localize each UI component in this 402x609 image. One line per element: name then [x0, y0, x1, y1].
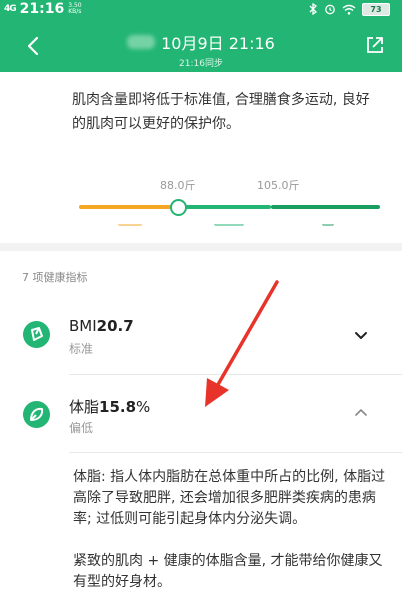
- high-threshold-label: 105.0斤: [257, 179, 300, 192]
- muscle-advice-text: 肌肉含量即将低于标准值, 合理膳食多运动, 良好的肌肉可以更好的保护你。: [72, 92, 370, 132]
- section-divider: [0, 243, 402, 251]
- bmi-status: 标准: [69, 342, 94, 356]
- scale-range-labels-cropped: [110, 224, 350, 234]
- bmi-icon: [23, 321, 50, 348]
- wifi-icon: [342, 4, 356, 15]
- health-metrics-count: 7 项健康指标: [22, 271, 88, 284]
- bmi-label: BMI: [69, 317, 97, 335]
- body-fat-detail-paragraph-2: 紧致的肌肉 + 健康的体脂含量, 才能带给你健康又有型的好身材。: [73, 553, 383, 590]
- scale-segment-low: [79, 205, 178, 209]
- low-threshold-label: 88.0斤: [160, 179, 196, 192]
- scale-segment-high: [270, 205, 380, 209]
- status-time: 21:16: [19, 1, 65, 17]
- alarm-icon: [325, 4, 335, 15]
- body-fat-name: 体脂15.8%: [69, 396, 150, 417]
- row-separator: [69, 374, 402, 375]
- scale-segment-normal: [177, 205, 271, 209]
- body-fat-detail: 体脂: 指人体内脂肪在总体重中所占的比例, 体脂过高除了导致肥胖, 还会增加很多…: [73, 467, 389, 593]
- battery-icon: 73: [362, 2, 390, 16]
- chevron-down-icon: [355, 332, 367, 339]
- body-fat-status: 偏低: [69, 421, 94, 435]
- metric-row-bmi[interactable]: BMI20.7 标准: [0, 300, 402, 370]
- net-speed: 3.50 KB/s: [68, 3, 81, 15]
- chevron-up-icon: [355, 409, 367, 416]
- share-button[interactable]: [362, 32, 388, 58]
- status-left: 4G 21:16 3.50 KB/s: [4, 0, 82, 18]
- body-fat-icon: [23, 401, 50, 428]
- bluetooth-icon: [309, 3, 318, 15]
- bmi-name: BMI20.7: [69, 317, 134, 335]
- body-fat-value: 15.8: [99, 398, 137, 416]
- app-header: 10月9日 21:16 21:16同步: [0, 18, 402, 72]
- signal-indicator: 4G: [4, 4, 17, 14]
- range-label-normal-fragment: [214, 224, 244, 226]
- status-right: 73: [309, 0, 390, 18]
- row-separator: [69, 452, 402, 453]
- net-speed-unit: KB/s: [68, 8, 82, 15]
- header-title: 10月9日 21:16 21:16同步: [0, 30, 402, 69]
- body-fat-detail-paragraph-1: 体脂: 指人体内脂肪在总体重中所占的比例, 体脂过高除了导致肥胖, 还会增加很多…: [73, 469, 386, 527]
- record-datetime: 10月9日 21:16: [161, 34, 275, 53]
- range-label-high-fragment: [322, 224, 334, 226]
- body-fat-unit: %: [136, 398, 151, 416]
- share-icon: [367, 37, 383, 53]
- bmi-value: 20.7: [96, 317, 134, 335]
- blurred-username: [127, 35, 156, 49]
- body-fat-label: 体脂: [69, 398, 100, 416]
- range-label-low-fragment: [118, 224, 142, 226]
- sync-status: 21:16同步: [179, 59, 223, 69]
- scale-marker: [169, 199, 187, 216]
- status-bar: 4G 21:16 3.50 KB/s 73: [0, 0, 402, 18]
- metric-row-body-fat[interactable]: 体脂15.8% 偏低: [0, 377, 402, 447]
